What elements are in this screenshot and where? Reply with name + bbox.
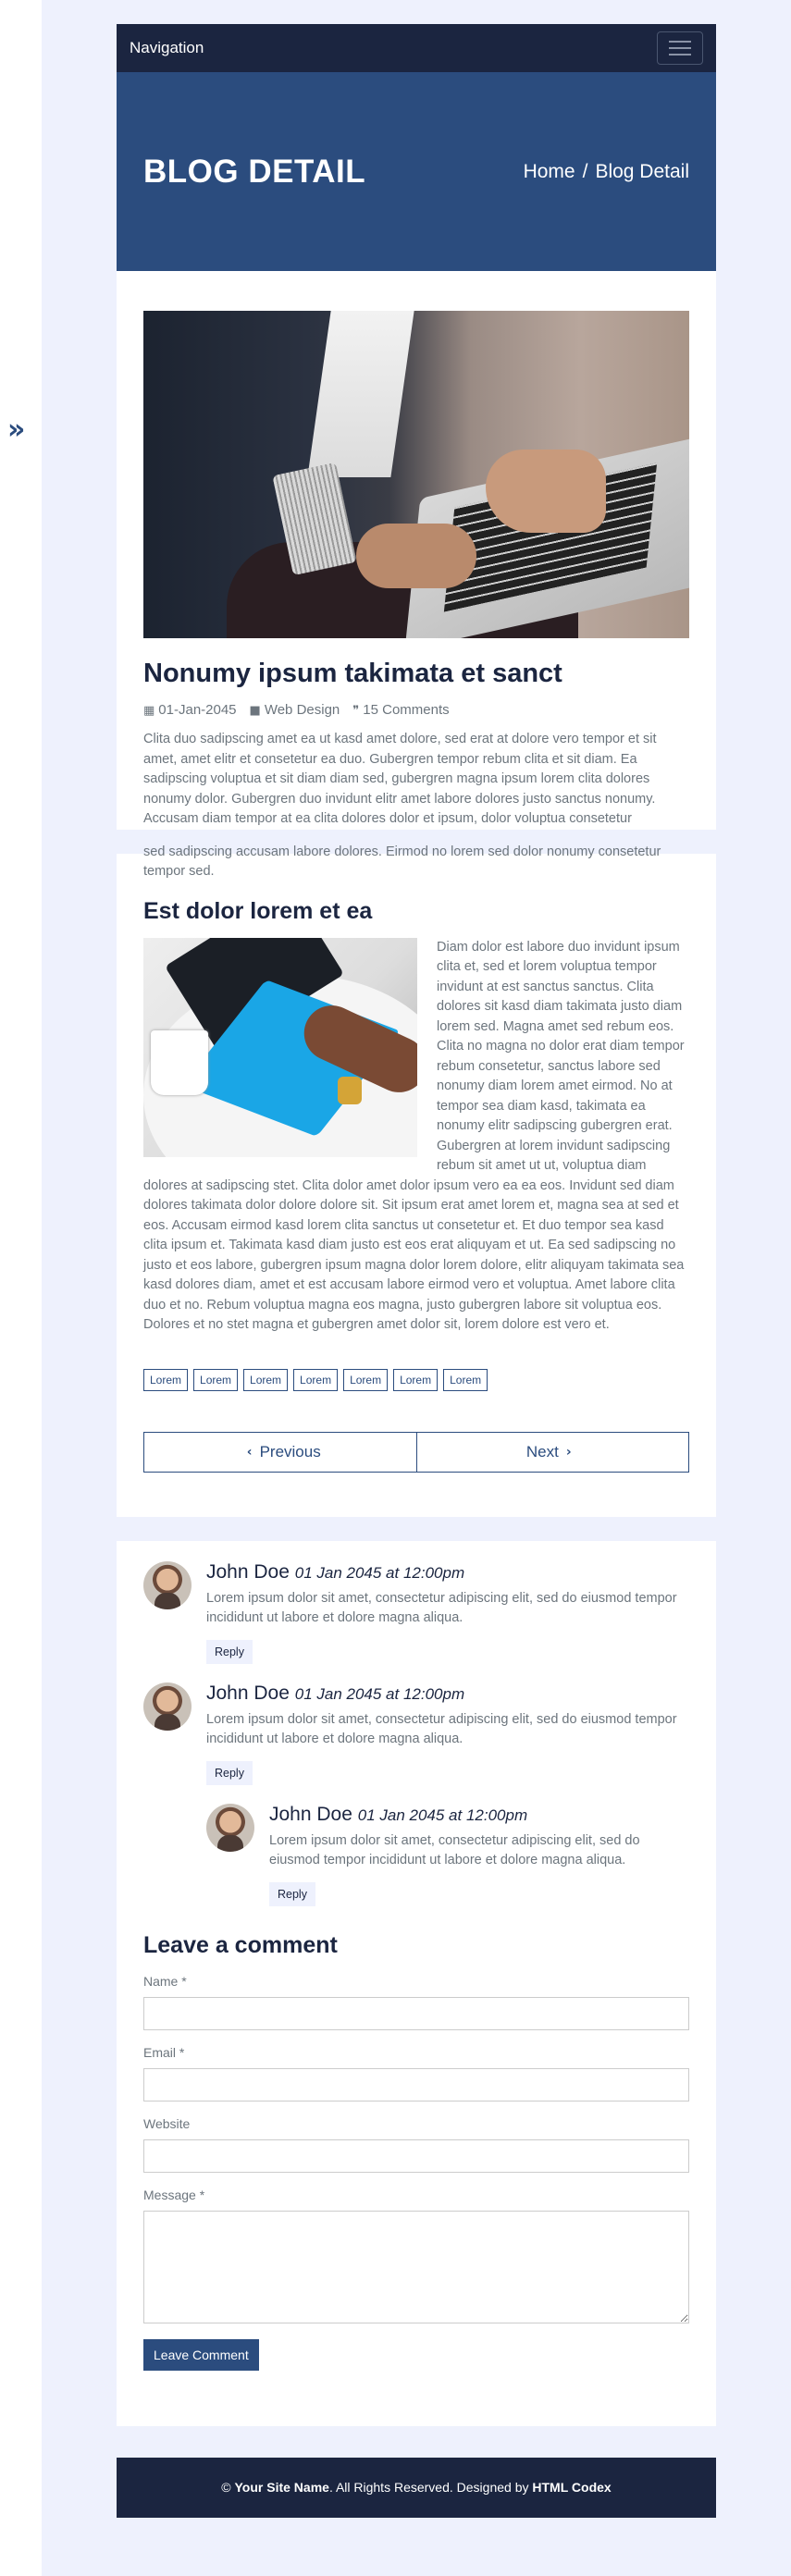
tag-link[interactable]: Lorem [143,1368,189,1391]
post-meta: ▦ 01-Jan-2045 ■ Web Design ❞ 15 Comments [143,702,689,718]
email-field-group: Email * [143,2045,689,2101]
message-textarea[interactable] [143,2210,689,2323]
hamburger-line [669,47,691,49]
post-paragraph-continued: sed sadipscing accusam labore dolores. E… [143,844,661,880]
site-name-link[interactable]: Your Site Name [235,2480,329,2495]
tag-link[interactable]: Lorem [443,1368,488,1391]
comment-author: John Doe [269,1803,352,1825]
website-field-group: Website [143,2116,689,2173]
tag-link[interactable]: Lorem [243,1368,289,1391]
double-chevron-right-icon[interactable]: » [7,416,33,444]
post-comments-text: 15 Comments [363,702,450,718]
chevron-right-icon: › [565,1444,572,1460]
email-input[interactable] [143,2067,689,2101]
hamburger-line [669,54,691,55]
comment-form-heading: Leave a comment [143,1931,338,1958]
post-body-with-image: Diam dolor est labore duo invidunt ipsum… [143,937,689,1336]
tag-link[interactable]: Lorem [393,1368,439,1391]
avatar [143,1682,192,1731]
email-label: Email * [143,2044,185,2060]
reply-button[interactable]: Reply [269,1881,315,1906]
previous-label: Previous [259,1442,321,1461]
comment-date: 01 Jan 2045 at 12:00pm [357,1806,528,1824]
comment-text: Lorem ipsum dolor sit amet, consectetur … [206,1590,677,1626]
copyright-symbol: © [221,2480,231,2495]
comment-item: John Doe 01 Jan 2045 at 12:00pm Lorem ip… [143,1560,689,1664]
calendar-icon: ▦ [143,704,155,718]
name-input[interactable] [143,1996,689,2030]
breadcrumb-home-link[interactable]: Home [524,161,575,183]
site-footer: © Your Site Name. All Rights Reserved. D… [117,2457,716,2518]
comment-date: 01 Jan 2045 at 12:00pm [294,1563,465,1582]
page-title: BLOG DETAIL [143,153,366,190]
breadcrumb-separator: / [582,160,588,182]
hamburger-menu-button[interactable] [657,31,703,65]
post-date: ▦ 01-Jan-2045 [143,702,237,718]
post-category-text: Web Design [264,702,340,718]
designer-link[interactable]: HTML Codex [532,2480,611,2495]
website-input[interactable] [143,2138,689,2173]
name-field-group: Name * [143,1974,689,2030]
next-label: Next [525,1442,559,1461]
reply-button[interactable]: Reply [206,1639,253,1664]
avatar [206,1803,254,1852]
previous-post-button[interactable]: ‹ Previous [144,1433,416,1472]
breadcrumb: Home / Blog Detail [524,161,689,183]
post-pagination: ‹ Previous Next › [143,1431,689,1473]
folder-icon: ■ [249,704,261,718]
rights-text: . All Rights Reserved. Designed by [328,2480,529,2495]
blog-post-card: Nonumy ipsum takimata et sanct ▦ 01-Jan-2… [117,271,716,1517]
comment-text: Lorem ipsum dolor sit amet, consectetur … [269,1832,640,1868]
post-category[interactable]: ■ Web Design [250,702,340,718]
navbar: Navigation [117,24,716,72]
post-main-image [143,311,689,638]
tag-link[interactable]: Lorem [293,1368,339,1391]
post-subheading: Est dolor lorem et ea [143,897,373,924]
comment-header: John Doe 01 Jan 2045 at 12:00pm [206,1682,689,1705]
comment-header: John Doe 01 Jan 2045 at 12:00pm [206,1561,689,1584]
comment-date: 01 Jan 2045 at 12:00pm [294,1684,465,1703]
comments-icon: ❞ [352,704,360,718]
comment-header: John Doe 01 Jan 2045 at 12:00pm [269,1804,689,1826]
tag-link[interactable]: Lorem [193,1368,239,1391]
post-date-text: 01-Jan-2045 [158,702,237,718]
chevron-left-icon: ‹ [246,1444,253,1460]
message-field-group: Message * [143,2188,689,2328]
comment-author: John Doe [206,1560,290,1583]
navbar-brand[interactable]: Navigation [130,39,204,57]
content-column: Navigation BLOG DETAIL Home / Blog Detai… [117,24,716,2518]
post-inline-image [143,937,417,1157]
left-sidebar-strip [0,0,42,2576]
website-label: Website [143,2115,191,2131]
post-comment-count[interactable]: ❞ 15 Comments [352,702,449,718]
comment-item: John Doe 01 Jan 2045 at 12:00pm Lorem ip… [143,1682,689,1785]
next-post-button[interactable]: Next › [415,1432,689,1472]
avatar [143,1560,192,1609]
comments-section: John Doe 01 Jan 2045 at 12:00pm Lorem ip… [117,1540,716,2426]
tag-link[interactable]: Lorem [343,1368,389,1391]
leave-comment-button[interactable]: Leave Comment [143,2338,259,2371]
post-paragraph: Clita duo sadipscing amet ea ut kasd ame… [143,732,657,826]
hamburger-line [669,41,691,43]
post-title: Nonumy ipsum takimata et sanct [143,659,562,688]
nested-comment-item: John Doe 01 Jan 2045 at 12:00pm Lorem ip… [206,1803,689,1906]
name-label: Name * [143,1973,187,1989]
reply-button[interactable]: Reply [206,1760,253,1785]
message-label: Message * [143,2187,205,2202]
tag-list: Lorem Lorem Lorem Lorem Lorem Lorem Lore… [143,1368,689,1391]
breadcrumb-current: Blog Detail [595,160,689,182]
comment-author: John Doe [206,1682,290,1704]
comment-text: Lorem ipsum dolor sit amet, consectetur … [206,1711,677,1747]
page-header: BLOG DETAIL Home / Blog Detail [117,72,716,271]
